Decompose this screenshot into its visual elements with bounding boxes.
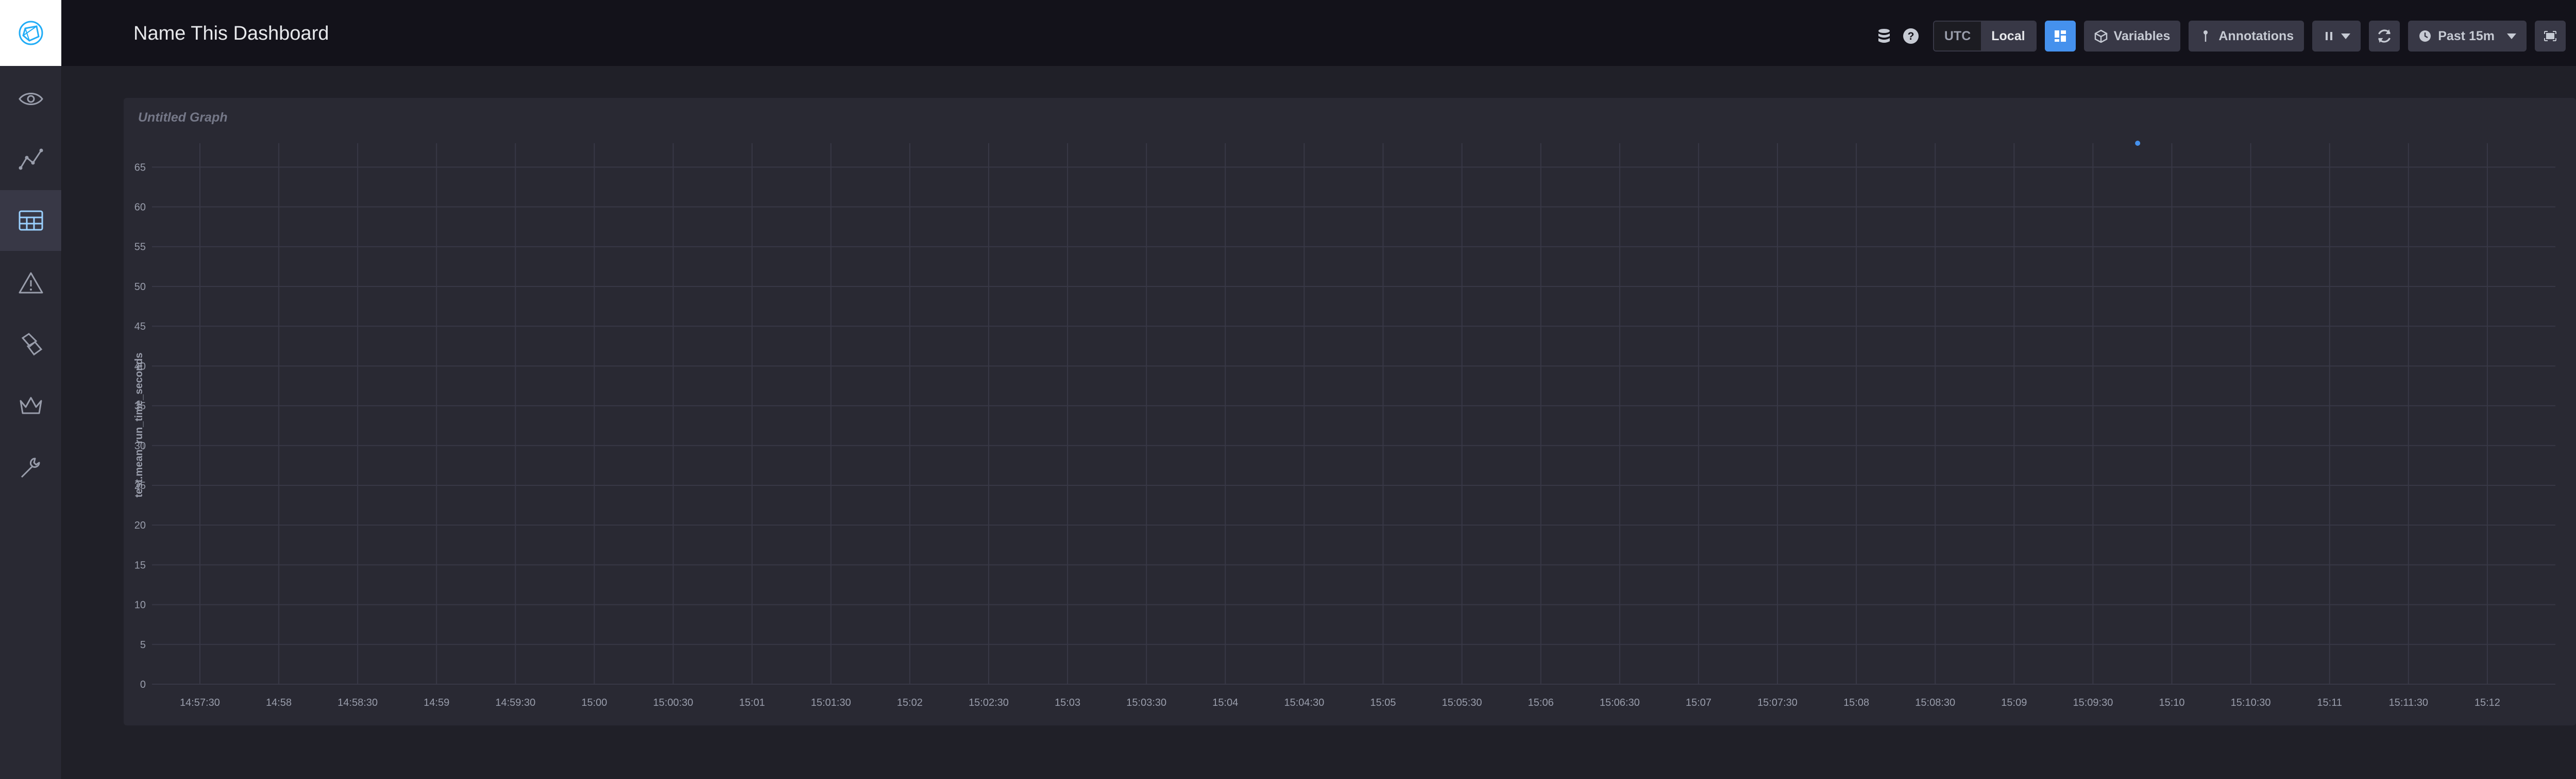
- x-tick-label: 15:01: [739, 697, 765, 708]
- add-cell-icon: [2054, 30, 2066, 42]
- eye-icon: [18, 93, 43, 105]
- chevron-down-icon: [2507, 33, 2516, 39]
- graph-cell[interactable]: Untitled Graph 0 5 10 15 20 25 30 35 40 45 50 55 60 6…: [124, 98, 2576, 725]
- dashboard-title[interactable]: Name This Dashboard: [133, 23, 329, 45]
- variables-label: Variables: [2113, 28, 2171, 43]
- x-tick-label: 15:12: [2475, 697, 2500, 708]
- x-tick-label: 15:00:30: [653, 697, 693, 708]
- x-tick-label: 15:07:30: [1757, 697, 1798, 708]
- annotation-pin-icon: [2204, 30, 2208, 42]
- y-tick-label: 55: [134, 242, 146, 253]
- y-tick-label: 50: [134, 281, 146, 293]
- expand-icon: [2544, 31, 2556, 41]
- x-tick-label: 15:11: [2317, 697, 2342, 708]
- x-tick-label: 15:10: [2159, 697, 2184, 708]
- nav-item-status[interactable]: [0, 69, 61, 129]
- presentation-mode-button[interactable]: [2535, 21, 2566, 52]
- nav-item-alerting[interactable]: [0, 253, 61, 314]
- x-tick-label: 15:06: [1528, 697, 1554, 708]
- add-cell-button[interactable]: [2044, 21, 2076, 52]
- nav-item-explore[interactable]: [0, 129, 61, 190]
- x-tick-label: 15:11:30: [2389, 697, 2428, 708]
- x-tick-label: 15:09:30: [2073, 697, 2113, 708]
- source-selector[interactable]: [1873, 21, 1895, 52]
- nav-item-admin[interactable]: [0, 376, 61, 436]
- x-tick-label: 15:03: [1055, 697, 1080, 708]
- cube-icon: [2094, 29, 2107, 43]
- x-tick-label: 15:05:30: [1442, 697, 1482, 708]
- y-tick-label: 10: [134, 600, 146, 611]
- annotations-button[interactable]: Annotations: [2189, 21, 2304, 52]
- y-tick-label: 20: [134, 520, 146, 531]
- nav-item-dashboards[interactable]: [0, 190, 61, 251]
- x-tick-label: 15:07: [1686, 697, 1711, 708]
- x-tick-label: 15:00: [581, 697, 607, 708]
- logo-icon: [19, 21, 43, 45]
- dashboard-header: Name This Dashboard ? UTC Local Variable…: [61, 0, 2576, 66]
- x-tick-label: 15:04:30: [1284, 697, 1324, 708]
- clock-icon: [2419, 30, 2431, 42]
- nav-item-settings[interactable]: [0, 437, 61, 498]
- autorefresh-dropdown[interactable]: [2312, 21, 2361, 52]
- svg-text:?: ?: [1907, 30, 1914, 42]
- refresh-icon: [2378, 29, 2391, 43]
- x-tick-label: 15:08:30: [1915, 697, 1955, 708]
- x-tick-label: 14:58:30: [337, 697, 378, 708]
- database-icon: [1878, 29, 1890, 43]
- x-tick-label: 14:59:30: [495, 697, 535, 708]
- y-tick-label: 45: [134, 321, 146, 332]
- alert-icon: [19, 272, 43, 294]
- influxdb-logo[interactable]: [0, 0, 61, 66]
- y-tick-label: 0: [140, 679, 146, 690]
- y-tick-label: 15: [134, 560, 146, 571]
- tz-utc-option[interactable]: UTC: [1934, 22, 1981, 50]
- x-tick-label: 15:01:30: [811, 697, 851, 708]
- x-tick-label: 15:09: [2001, 697, 2027, 708]
- x-tick-label: 15:05: [1370, 697, 1396, 708]
- x-tick-label: 15:10:30: [2231, 697, 2271, 708]
- x-tick-label: 15:08: [1843, 697, 1869, 708]
- x-tick-label: 14:59: [423, 697, 449, 708]
- crown-icon: [20, 397, 42, 414]
- pause-icon: [2326, 32, 2333, 40]
- y-axis-label: test.mean_run_time_seconds: [133, 352, 145, 497]
- y-tick-label: 5: [140, 639, 146, 651]
- y-tick-label: 65: [134, 162, 146, 173]
- graph-icon: [19, 148, 43, 170]
- x-tick-label: 14:57:30: [180, 697, 220, 708]
- nav-item-configuration[interactable]: [0, 314, 61, 375]
- x-tick-label: 14:58: [266, 697, 292, 708]
- help-button[interactable]: ?: [1900, 21, 1922, 52]
- graph-canvas[interactable]: 05101520253035404550556065 14:57:30 14:58…: [124, 98, 2576, 725]
- header-controls: ? UTC Local Variables Annotations Past 1…: [1868, 21, 2566, 52]
- question-icon: ?: [1903, 28, 1919, 44]
- x-tick-label: 15:03:30: [1126, 697, 1166, 708]
- x-tick-label: 15:02: [897, 697, 923, 708]
- time-range-label: Past 15m: [2438, 28, 2495, 43]
- data-point: [2135, 141, 2141, 146]
- x-tick-label: 15:04: [1212, 697, 1238, 708]
- sidebar: [0, 0, 62, 779]
- x-tick-label: 15:02:30: [969, 697, 1009, 708]
- chevron-down-icon: [2341, 33, 2351, 39]
- annotations-label: Annotations: [2218, 28, 2294, 43]
- dashboards-icon: [19, 210, 43, 231]
- tz-local-option[interactable]: Local: [1981, 22, 2036, 50]
- refresh-button[interactable]: [2369, 21, 2400, 52]
- y-tick-label: 60: [134, 202, 146, 213]
- wrench-icon: [21, 458, 40, 478]
- plugs-icon: [21, 333, 42, 356]
- time-range-dropdown[interactable]: Past 15m: [2408, 21, 2527, 52]
- timezone-toggle: UTC Local: [1933, 21, 2037, 52]
- x-tick-label: 15:06:30: [1600, 697, 1640, 708]
- variables-button[interactable]: Variables: [2083, 21, 2181, 52]
